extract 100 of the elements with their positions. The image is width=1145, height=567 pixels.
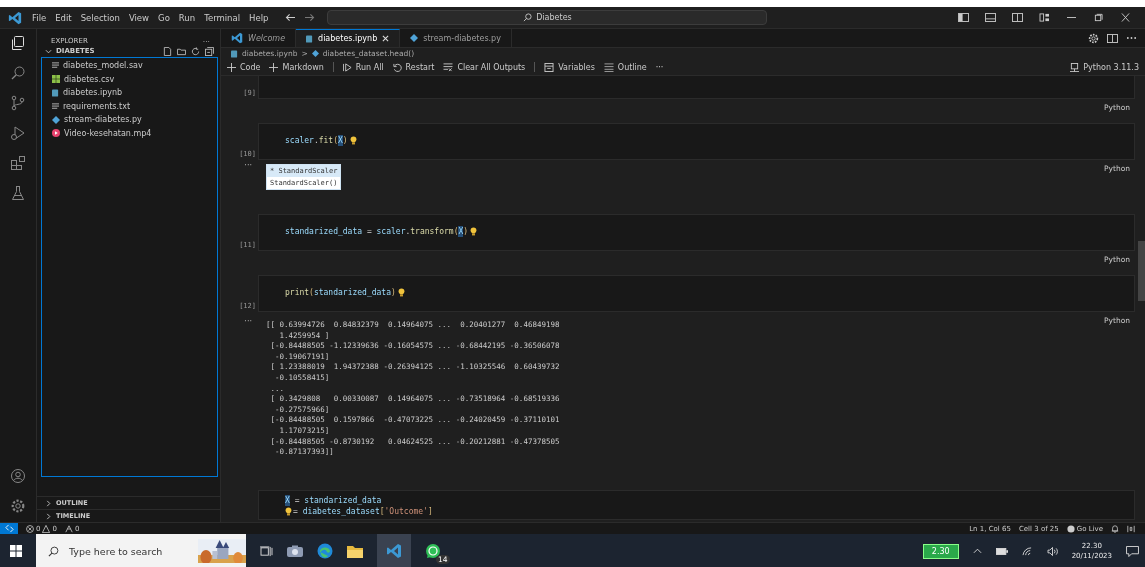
restore-icon[interactable]	[1093, 13, 1104, 22]
editor-tab[interactable]: stream-diabetes.py	[400, 29, 512, 47]
app-logo-icon	[8, 10, 22, 25]
chat-bubble-icon[interactable]	[425, 543, 441, 559]
refresh-icon[interactable]	[191, 46, 200, 56]
computer-icon	[1070, 62, 1080, 72]
cube-icon	[311, 50, 319, 57]
lightbulb-icon[interactable]	[397, 288, 405, 297]
app-logo-icon	[231, 32, 243, 44]
close-icon[interactable]	[1120, 13, 1131, 22]
speaker-icon[interactable]	[1046, 546, 1058, 556]
explorer-entry[interactable]: stream-diabetes.py	[42, 113, 217, 127]
source-control-icon[interactable]	[10, 95, 26, 111]
code-cell[interactable]: X = standarized_data = diabetes_dataset['Outcome']	[258, 489, 1135, 520]
code-line: = diabetes_dataset['Outcome']	[293, 505, 433, 517]
panel-toggle-icon[interactable]	[985, 13, 996, 22]
scrollbar-thumb[interactable]	[1138, 241, 1145, 301]
battery-icon[interactable]	[995, 547, 1008, 555]
explorer-entry[interactable]: Video-kesehatan.mp4	[42, 126, 217, 140]
toolbar-button[interactable]: Variables	[544, 62, 595, 72]
editor-tab[interactable]: diabetes.ipynb	[296, 29, 401, 47]
files-icon[interactable]	[10, 35, 26, 51]
wifi-icon[interactable]	[1021, 546, 1033, 556]
chevron-up-icon[interactable]	[972, 548, 982, 554]
explorer-entry[interactable]: diabetes.ipynb	[42, 86, 217, 100]
more-button[interactable]: ···	[655, 62, 664, 72]
search-icon	[48, 545, 59, 557]
split-layout-icon[interactable]	[1012, 13, 1023, 22]
error-icon[interactable]	[26, 524, 34, 533]
remote-icon	[4, 524, 14, 533]
collapse-icon[interactable]	[205, 46, 214, 56]
toolbar-button[interactable]: Outline	[603, 62, 647, 72]
close-icon[interactable]	[382, 35, 390, 42]
menu-item[interactable]: Help	[249, 12, 269, 23]
flask-icon[interactable]	[10, 185, 26, 201]
table-icon	[544, 62, 555, 72]
new-file-icon[interactable]	[163, 46, 172, 56]
settings-icon[interactable]	[10, 498, 26, 514]
toolbar-button[interactable]: Clear All Outputs	[443, 62, 526, 72]
menu-item[interactable]: Edit	[55, 12, 72, 23]
code-line: print(standarized_data)	[285, 287, 396, 298]
search-icon[interactable]	[10, 65, 26, 81]
sidebar-toggle-icon[interactable]	[958, 13, 969, 22]
table-file-icon	[52, 75, 60, 84]
menu-item[interactable]: Selection	[80, 12, 120, 23]
notebook-file-icon	[52, 88, 59, 97]
search-icon	[523, 13, 533, 22]
chevron-icon[interactable]	[45, 47, 52, 55]
toolbar-button[interactable]: Run All	[342, 62, 384, 72]
back-arrow-icon[interactable]	[285, 13, 297, 22]
run-debug-icon[interactable]	[10, 125, 26, 141]
more-icon[interactable]	[1126, 36, 1137, 40]
taskbar-button[interactable]	[377, 534, 411, 567]
video-file-icon	[52, 129, 60, 138]
text-file-icon	[52, 102, 59, 110]
antenna-icon[interactable]	[64, 524, 73, 533]
output-menu-button[interactable]: ···	[244, 161, 252, 170]
task-view-icon[interactable]	[260, 545, 273, 557]
extensions-icon[interactable]	[10, 155, 26, 171]
toolbar-button[interactable]: Markdown	[269, 62, 324, 72]
plus-icon	[227, 62, 236, 72]
restart-icon	[392, 62, 402, 72]
account-icon[interactable]	[10, 468, 26, 484]
camera-icon[interactable]	[287, 545, 303, 557]
feedback-icon[interactable]	[1127, 524, 1135, 533]
code-line: standarized_data = scaler.transform(X)	[285, 226, 469, 237]
menu-item[interactable]: Go	[158, 12, 170, 23]
command-center-field[interactable]: Diabetes	[327, 10, 768, 25]
python-file-icon	[410, 34, 419, 42]
lightbulb-icon[interactable]	[349, 136, 357, 145]
bell-icon[interactable]	[1111, 524, 1119, 533]
settings-icon[interactable]	[1088, 32, 1099, 44]
broadcast-icon[interactable]	[1066, 524, 1075, 533]
toolbar-button[interactable]: Code	[227, 62, 261, 72]
menu-item[interactable]: Terminal	[204, 12, 241, 23]
split-editor-icon[interactable]	[1107, 33, 1118, 43]
notification-icon[interactable]	[1126, 545, 1139, 557]
browser-icon[interactable]	[317, 543, 333, 559]
lightbulb-icon[interactable]	[285, 506, 292, 516]
folder-icon[interactable]	[347, 544, 363, 558]
clear-list-icon	[443, 62, 454, 72]
menu-item[interactable]: Run	[178, 12, 196, 23]
explorer-entry[interactable]: requirements.txt	[42, 99, 217, 113]
layout-grid-icon[interactable]	[1039, 13, 1050, 22]
kernel-picker[interactable]: Python 3.11.3	[1070, 62, 1139, 72]
output-menu-button[interactable]: ···	[244, 317, 252, 326]
new-folder-icon[interactable]	[177, 46, 186, 56]
code-line: X = standarized_data	[285, 494, 382, 506]
lightbulb-icon[interactable]	[470, 227, 478, 236]
menu-item[interactable]: File	[32, 12, 47, 23]
explorer-entry[interactable]: diabetes_model.sav	[42, 59, 217, 73]
explorer-entry[interactable]: diabetes.csv	[42, 72, 217, 86]
toolbar-button[interactable]: Restart	[392, 62, 435, 72]
forward-arrow-icon[interactable]	[304, 13, 316, 22]
notebook-file-icon	[231, 49, 238, 58]
taskbar-search-field[interactable]: Type here to search	[36, 534, 246, 567]
plus-icon	[269, 62, 279, 72]
windows-start-icon[interactable]	[10, 545, 22, 557]
menu-item[interactable]: View	[128, 12, 150, 23]
warning-icon[interactable]	[42, 524, 51, 533]
